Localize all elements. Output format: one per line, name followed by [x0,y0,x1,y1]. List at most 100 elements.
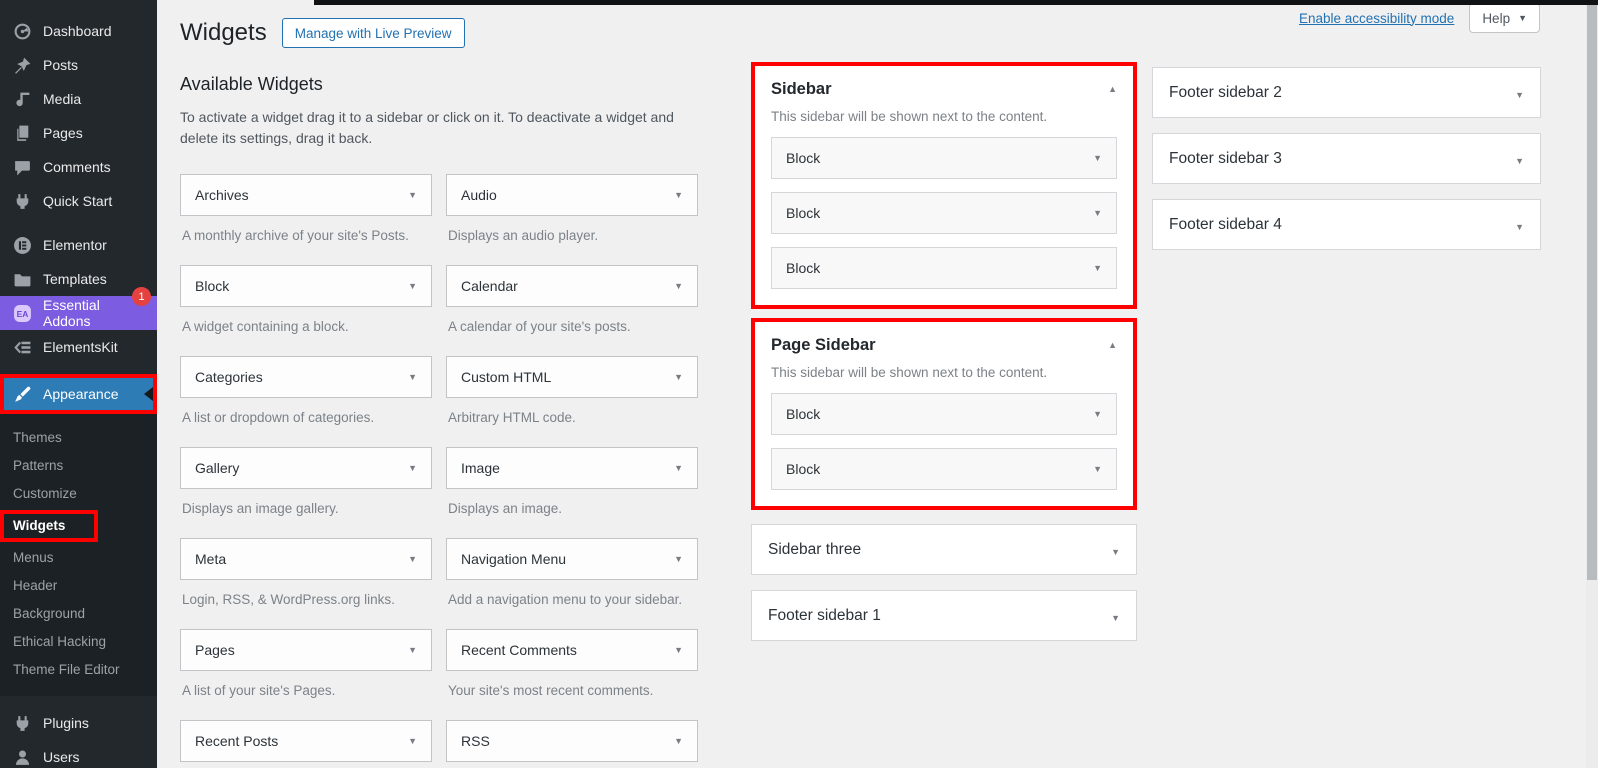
widget-cell: Image▼ Displays an image. [446,447,698,531]
sidebar-item-elementskit[interactable]: ElementsKit [0,330,157,364]
screen-options-row: Enable accessibility mode Help ▼ [1299,3,1540,33]
submenu-item-customize[interactable]: Customize [0,480,157,508]
widget-card-archives[interactable]: Archives▼ [180,174,432,216]
widget-cell: Meta▼ Login, RSS, & WordPress.org links. [180,538,432,622]
expand-icon[interactable]: ▼ [1515,152,1524,166]
panel-title: Footer sidebar 3 [1169,150,1282,168]
panel-title: Footer sidebar 2 [1169,84,1282,102]
widget-card-audio[interactable]: Audio▼ [446,174,698,216]
widget-card-gallery[interactable]: Gallery▼ [180,447,432,489]
admin-sidebar: Dashboard Posts Media Pages Comments Qui… [0,0,157,768]
expand-icon[interactable]: ▼ [1515,86,1524,100]
submenu-item-menus[interactable]: Menus [0,544,157,572]
sidebar-item-media[interactable]: Media [0,82,157,116]
expand-icon[interactable]: ▼ [1111,609,1120,623]
scrollbar-thumb[interactable] [1587,5,1597,580]
panel-title: Page Sidebar [771,336,876,355]
widget-card-recent-comments[interactable]: Recent Comments▼ [446,629,698,671]
panel-title: Sidebar three [768,541,861,559]
submenu-item-theme-file-editor[interactable]: Theme File Editor [0,656,157,684]
submenu-item-themes[interactable]: Themes [0,424,157,452]
panel-description: This sidebar will be shown next to the c… [771,109,1117,124]
widget-card-meta[interactable]: Meta▼ [180,538,432,580]
collapse-icon[interactable]: ▲ [1108,80,1117,94]
sidebar-item-dashboard[interactable]: Dashboard [0,14,157,48]
widget-cell: Custom HTML▼ Arbitrary HTML code. [446,356,698,440]
sidebar-item-plugins[interactable]: Plugins [0,706,157,740]
sidebar-item-comments[interactable]: Comments [0,150,157,184]
widget-area-panel-footer-sidebar-1[interactable]: Footer sidebar 1 ▼ [751,590,1137,641]
sidebar-item-label: Templates [43,271,107,287]
sidebar-item-elementor[interactable]: Elementor [0,228,157,262]
widget-card-recent-posts[interactable]: Recent Posts▼ [180,720,432,762]
annotation-box-page-sidebar: Page Sidebar ▲ This sidebar will be show… [751,318,1137,510]
chevron-down-icon: ▼ [408,554,417,564]
sidebar-item-quick-start[interactable]: Quick Start [0,184,157,218]
submenu-item-background[interactable]: Background [0,600,157,628]
widget-area-panel-footer-sidebar-3[interactable]: Footer sidebar 3 ▼ [1152,133,1541,184]
sidebar-block-widget[interactable]: Block▼ [771,247,1117,289]
expand-icon[interactable]: ▼ [1111,543,1120,557]
sidebar-block-widget[interactable]: Block▼ [771,393,1117,435]
widget-card-categories[interactable]: Categories▼ [180,356,432,398]
sidebar-item-appearance[interactable]: Appearance [0,374,157,414]
widget-description: Displays an image gallery. [182,501,430,518]
enable-accessibility-link[interactable]: Enable accessibility mode [1299,11,1454,26]
widget-area-panel-sidebar-three[interactable]: Sidebar three ▼ [751,524,1137,575]
submenu-item-patterns[interactable]: Patterns [0,452,157,480]
widget-area-panel-sidebar: Sidebar ▲ This sidebar will be shown nex… [755,66,1133,305]
comments-icon [13,158,32,177]
widget-card-navigation-menu[interactable]: Navigation Menu▼ [446,538,698,580]
chevron-down-icon: ▼ [1093,263,1102,273]
widget-description: A monthly archive of your site's Posts. [182,228,430,245]
help-button[interactable]: Help ▼ [1469,3,1540,33]
sidebar-item-label: Quick Start [43,193,112,209]
widget-card-image[interactable]: Image▼ [446,447,698,489]
panel-title: Sidebar [771,80,832,99]
panel-description: This sidebar will be shown next to the c… [771,365,1117,380]
brush-icon [13,385,32,404]
panel-header[interactable]: Sidebar ▲ [771,80,1117,99]
sidebar-item-label: Users [43,749,80,765]
chevron-down-icon: ▼ [674,190,683,200]
sidebar-block-widget[interactable]: Block▼ [771,137,1117,179]
main-content: Enable accessibility mode Help ▼ Widgets… [157,0,1598,768]
widget-card-calendar[interactable]: Calendar▼ [446,265,698,307]
expand-icon[interactable]: ▼ [1515,218,1524,232]
widget-card-rss[interactable]: RSS▼ [446,720,698,762]
widget-description: A calendar of your site's posts. [448,319,696,336]
submenu-item-ethical-hacking[interactable]: Ethical Hacking [0,628,157,656]
widget-description: A list of your site's Pages. [182,683,430,700]
available-widgets-description: To activate a widget drag it to a sideba… [180,107,700,149]
sidebar-item-essential-addons[interactable]: EA Essential Addons 1 [0,296,157,330]
widget-card-pages[interactable]: Pages▼ [180,629,432,671]
current-menu-arrow-icon [144,387,153,401]
chevron-down-icon: ▼ [674,554,683,564]
widget-area-panel-footer-sidebar-4[interactable]: Footer sidebar 4 ▼ [1152,199,1541,250]
widget-cell: RSS▼ Entries from any RSS or Atom feed. [446,720,698,768]
sidebar-item-users[interactable]: Users [0,740,157,768]
sidebar-block-widget[interactable]: Block▼ [771,192,1117,234]
manage-live-preview-button[interactable]: Manage with Live Preview [282,18,465,48]
widget-description: Displays an image. [448,501,696,518]
widget-card-block[interactable]: Block▼ [180,265,432,307]
submenu-item-header[interactable]: Header [0,572,157,600]
widget-description: Login, RSS, & WordPress.org links. [182,592,430,609]
sidebar-block-widget[interactable]: Block▼ [771,448,1117,490]
vertical-scrollbar[interactable] [1586,0,1598,768]
widget-cell: Pages▼ A list of your site's Pages. [180,629,432,713]
widget-card-custom-html[interactable]: Custom HTML▼ [446,356,698,398]
sidebar-item-pages[interactable]: Pages [0,116,157,150]
footer-widget-areas-column: Footer sidebar 2 ▼ Footer sidebar 3 ▼ Fo… [1152,67,1541,265]
widget-description: Arbitrary HTML code. [448,410,696,427]
panel-header[interactable]: Page Sidebar ▲ [771,336,1117,355]
widget-cell: Navigation Menu▼ Add a navigation menu t… [446,538,698,622]
collapse-icon[interactable]: ▲ [1108,336,1117,350]
widget-area-panel-footer-sidebar-2[interactable]: Footer sidebar 2 ▼ [1152,67,1541,118]
chevron-down-icon: ▼ [408,281,417,291]
sidebar-item-posts[interactable]: Posts [0,48,157,82]
submenu-item-widgets[interactable]: Widgets [0,510,98,542]
widget-cell: Calendar▼ A calendar of your site's post… [446,265,698,349]
sidebar-item-label: Appearance [43,386,119,402]
chevron-down-icon: ▼ [674,463,683,473]
